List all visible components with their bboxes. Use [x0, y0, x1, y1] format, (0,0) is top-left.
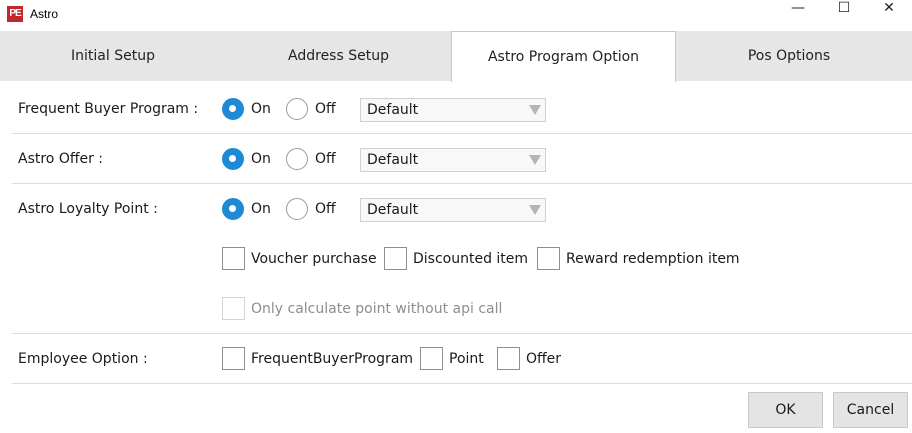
astro-offer-label: Astro Offer : — [18, 151, 104, 167]
tab-pos-options[interactable]: Pos Options — [676, 31, 902, 81]
loyalty-point-on-radio[interactable] — [222, 198, 244, 220]
cancel-button[interactable]: Cancel — [833, 392, 908, 428]
loyalty-point-on-label: On — [251, 201, 271, 217]
astro-offer-select[interactable]: Default — [360, 148, 546, 172]
tab-astro-program-option[interactable]: Astro Program Option — [451, 31, 676, 82]
astro-offer-off-label: Off — [315, 151, 336, 167]
window-title: Astro — [30, 7, 59, 21]
frequent-buyer-off-radio[interactable] — [286, 98, 308, 120]
frequent-buyer-label: Frequent Buyer Program : — [18, 101, 199, 117]
employee-point-checkbox[interactable] — [420, 347, 443, 370]
title-bar: PE Astro — ☐ ✕ — [0, 0, 912, 30]
row-divider — [12, 183, 912, 184]
astro-offer-off-radio[interactable] — [286, 148, 308, 170]
row-divider — [12, 383, 912, 384]
tab-initial-setup[interactable]: Initial Setup — [0, 31, 226, 81]
tab-bar: Initial Setup Address Setup Astro Progra… — [0, 31, 912, 82]
minimize-button[interactable]: — — [775, 0, 821, 30]
loyalty-point-select-value: Default — [367, 202, 419, 218]
dropdown-arrow-icon — [529, 205, 541, 215]
tab-address-setup[interactable]: Address Setup — [226, 31, 451, 81]
employee-point-label: Point — [449, 351, 484, 367]
app-logo-icon: PE — [7, 6, 23, 22]
voucher-purchase-label: Voucher purchase — [251, 251, 377, 267]
frequent-buyer-on-radio[interactable] — [222, 98, 244, 120]
maximize-button[interactable]: ☐ — [821, 0, 867, 30]
loyalty-point-off-label: Off — [315, 201, 336, 217]
employee-offer-label: Offer — [526, 351, 562, 367]
row-divider — [12, 333, 912, 334]
loyalty-point-select[interactable]: Default — [360, 198, 546, 222]
row-divider — [12, 133, 912, 134]
dropdown-arrow-icon — [529, 105, 541, 115]
close-button[interactable]: ✕ — [866, 0, 912, 30]
employee-frequent-buyer-label: FrequentBuyerProgram — [251, 351, 414, 367]
employee-frequent-buyer-checkbox[interactable] — [222, 347, 245, 370]
discounted-item-label: Discounted item — [413, 251, 529, 267]
frequent-buyer-off-label: Off — [315, 101, 336, 117]
reward-redemption-checkbox[interactable] — [537, 247, 560, 270]
loyalty-point-label: Astro Loyalty Point : — [18, 201, 158, 217]
astro-offer-on-radio[interactable] — [222, 148, 244, 170]
calc-without-api-label: Only calculate point without api call — [251, 301, 503, 317]
voucher-purchase-checkbox[interactable] — [222, 247, 245, 270]
astro-offer-on-label: On — [251, 151, 271, 167]
calc-without-api-checkbox — [222, 297, 245, 320]
frequent-buyer-select-value: Default — [367, 102, 419, 118]
frequent-buyer-on-label: On — [251, 101, 271, 117]
loyalty-point-off-radio[interactable] — [286, 198, 308, 220]
reward-redemption-label: Reward redemption item — [566, 251, 740, 267]
employee-offer-checkbox[interactable] — [497, 347, 520, 370]
frequent-buyer-select[interactable]: Default — [360, 98, 546, 122]
dropdown-arrow-icon — [529, 155, 541, 165]
discounted-item-checkbox[interactable] — [384, 247, 407, 270]
ok-button[interactable]: OK — [748, 392, 823, 428]
astro-offer-select-value: Default — [367, 152, 419, 168]
employee-option-label: Employee Option : — [18, 351, 148, 367]
